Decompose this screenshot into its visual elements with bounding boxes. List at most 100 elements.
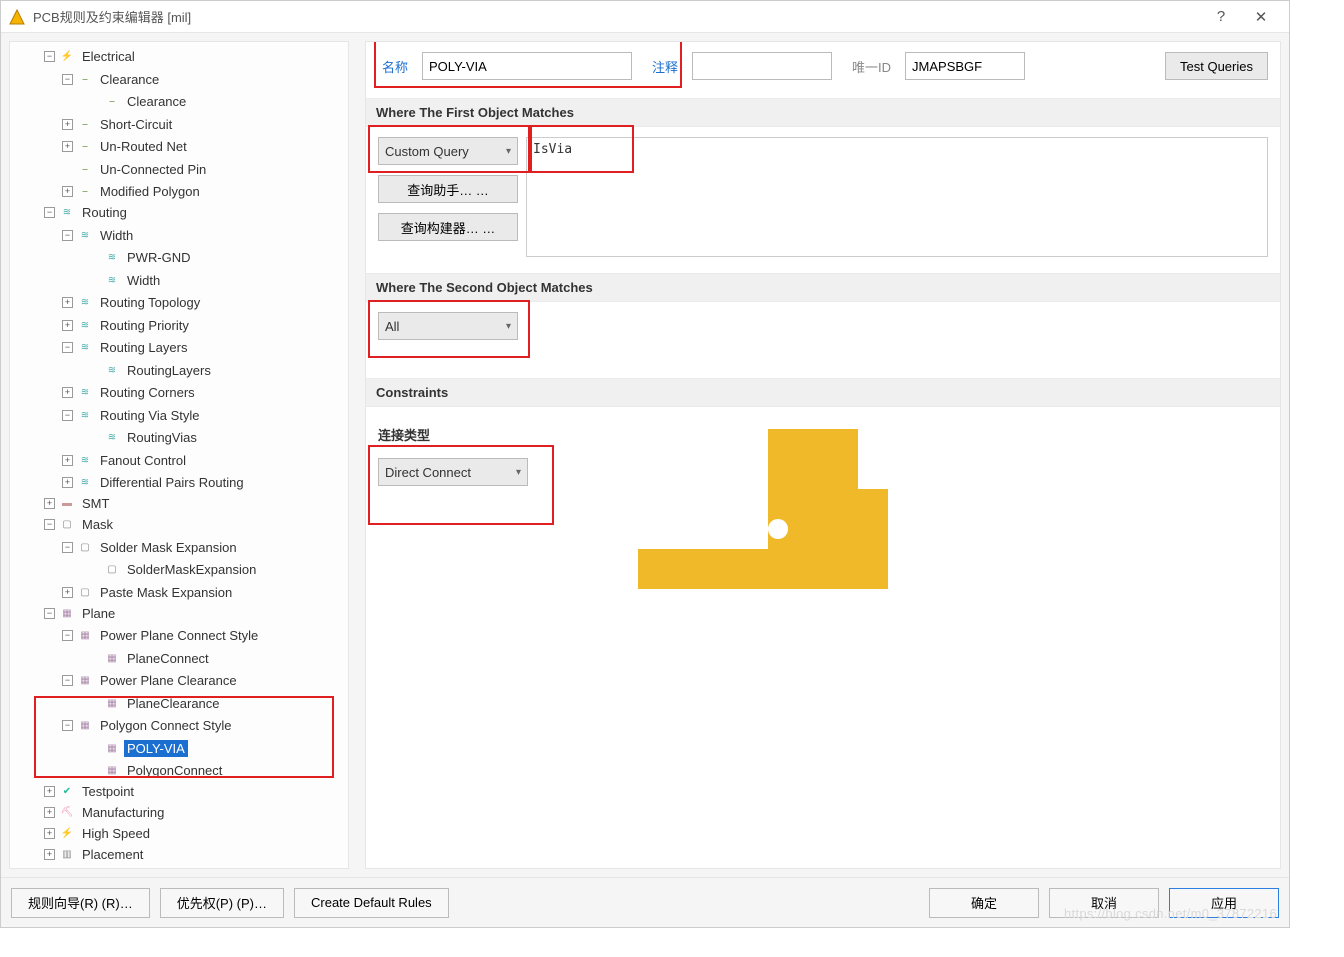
connect-type-combo[interactable]: Direct Connect▾ xyxy=(378,458,528,486)
header-row: 名称 注释 唯一ID Test Queries xyxy=(378,52,1268,80)
rule-icon: ▦ xyxy=(77,674,93,688)
tree-node-unrouted-net[interactable]: +⎯Un-Routed Net xyxy=(10,136,348,157)
query-builder-button[interactable]: 查询构建器… … xyxy=(378,213,518,241)
rules-tree[interactable]: −⚡Electrical −⎯Clearance ⎯Clearance +⎯Sh… xyxy=(9,41,349,869)
tree-node-high-speed[interactable]: +⚡High Speed xyxy=(10,823,348,844)
connection-preview xyxy=(618,429,898,589)
cancel-button[interactable]: 取消 xyxy=(1049,888,1159,918)
tree-node-routing-via-style-group[interactable]: −≋Routing Via Style xyxy=(10,405,348,426)
rule-icon: ▦ xyxy=(104,696,120,710)
chevron-down-icon: ▾ xyxy=(506,321,511,332)
body-area: −⚡Electrical −⎯Clearance ⎯Clearance +⎯Sh… xyxy=(1,33,1289,877)
tree-node-ppcs-group[interactable]: −▦Power Plane Connect Style xyxy=(10,625,348,646)
rule-editor: 名称 注释 唯一ID Test Queries Where The First … xyxy=(365,41,1281,869)
second-scope-combo[interactable]: All▾ xyxy=(378,312,518,340)
help-button[interactable]: ? xyxy=(1201,1,1241,33)
apply-button[interactable]: 应用 xyxy=(1169,888,1279,918)
tree-node-solder-mask-group[interactable]: −▢Solder Mask Expansion xyxy=(10,537,348,558)
highspeed-icon: ⚡ xyxy=(59,827,75,841)
first-query-textarea[interactable]: IsVia xyxy=(526,137,1268,257)
rule-icon: ⎯ xyxy=(77,185,93,199)
si-icon: ∿ xyxy=(59,869,75,870)
tree-node-plane[interactable]: −▦Plane xyxy=(10,603,348,624)
second-match-area: All▾ xyxy=(378,312,1268,362)
tree-node-polygon-connect-group[interactable]: −▦Polygon Connect Style xyxy=(10,715,348,736)
tree-node-clearance[interactable]: ⎯Clearance xyxy=(10,91,348,112)
tree-node-pwr-gnd[interactable]: ≋PWR-GND xyxy=(10,247,348,268)
rule-icon: ≋ xyxy=(77,318,93,332)
rule-icon: ⎯ xyxy=(77,72,93,86)
tree-node-electrical[interactable]: −⚡Electrical xyxy=(10,46,348,67)
uid-label: 唯一ID xyxy=(852,57,891,76)
tree-node-testpoint[interactable]: +✔Testpoint xyxy=(10,781,348,802)
titlebar: PCB规则及约束编辑器 [mil] ? ✕ xyxy=(1,1,1289,33)
comment-label: 注释 xyxy=(652,57,678,76)
rule-icon: ▦ xyxy=(104,741,120,755)
rule-icon: ▢ xyxy=(77,540,93,554)
first-scope-combo[interactable]: Custom Query▾ xyxy=(378,137,518,165)
tree-node-paste-mask[interactable]: +▢Paste Mask Expansion xyxy=(10,582,348,603)
tree-node-diff-pairs[interactable]: +≋Differential Pairs Routing xyxy=(10,472,348,493)
chevron-down-icon: ▾ xyxy=(516,467,521,478)
tree-node-planeclearance[interactable]: ▦PlaneClearance xyxy=(10,693,348,714)
close-button[interactable]: ✕ xyxy=(1241,1,1281,33)
placement-icon: ▥ xyxy=(59,848,75,862)
test-queries-button[interactable]: Test Queries xyxy=(1165,52,1268,80)
electrical-icon: ⚡ xyxy=(59,50,75,64)
constraints-area: 连接类型 Direct Connect▾ xyxy=(378,417,1268,589)
ok-button[interactable]: 确定 xyxy=(929,888,1039,918)
rule-icon: ≋ xyxy=(104,431,120,445)
tree-node-placement[interactable]: +▥Placement xyxy=(10,844,348,865)
window-title: PCB规则及约束编辑器 [mil] xyxy=(33,7,1201,26)
rule-icon: ≋ xyxy=(104,273,120,287)
tree-node-signal-integrity[interactable]: +∿Signal Integrity xyxy=(10,865,348,869)
rule-icon: ≋ xyxy=(77,453,93,467)
tree-node-manufacturing[interactable]: +⛏Manufacturing xyxy=(10,802,348,823)
testpoint-icon: ✔ xyxy=(59,785,75,799)
tree-node-routing-topology[interactable]: +≋Routing Topology xyxy=(10,292,348,313)
tree-node-routing-layers-group[interactable]: −≋Routing Layers xyxy=(10,337,348,358)
rule-icon: ≋ xyxy=(77,341,93,355)
tree-node-routing-layers[interactable]: ≋RoutingLayers xyxy=(10,360,348,381)
tree-node-planeconnect[interactable]: ▦PlaneConnect xyxy=(10,648,348,669)
plane-icon: ▦ xyxy=(59,606,75,620)
tree-node-width-group[interactable]: −≋Width xyxy=(10,225,348,246)
tree-node-routing-corners[interactable]: +≋Routing Corners xyxy=(10,382,348,403)
rule-icon: ▢ xyxy=(77,585,93,599)
rule-icon: ⎯ xyxy=(104,95,120,109)
uid-input[interactable] xyxy=(905,52,1025,80)
rule-icon: ≋ xyxy=(77,408,93,422)
create-default-rules-button[interactable]: Create Default Rules xyxy=(294,888,449,918)
tree-node-poly-via[interactable]: ▦POLY-VIA xyxy=(10,738,348,759)
tree-node-width[interactable]: ≋Width xyxy=(10,270,348,291)
section-first-header: Where The First Object Matches xyxy=(366,98,1280,127)
tree-node-ppc-group[interactable]: −▦Power Plane Clearance xyxy=(10,670,348,691)
tree-node-modified-polygon[interactable]: +⎯Modified Polygon xyxy=(10,181,348,202)
priority-button[interactable]: 优先权(P) (P)… xyxy=(160,888,284,918)
tree-node-fanout[interactable]: +≋Fanout Control xyxy=(10,450,348,471)
tree-node-solder-mask[interactable]: ▢SolderMaskExpansion xyxy=(10,559,348,580)
tree-node-smt[interactable]: +▬SMT xyxy=(10,493,348,514)
routing-icon: ≋ xyxy=(59,206,75,220)
rule-icon: ⎯ xyxy=(77,162,93,176)
name-label: 名称 xyxy=(382,57,408,76)
rule-icon: ≋ xyxy=(77,296,93,310)
tree-node-routing[interactable]: −≋Routing xyxy=(10,202,348,223)
name-input[interactable] xyxy=(422,52,632,80)
tree-node-routing-vias[interactable]: ≋RoutingVias xyxy=(10,427,348,448)
rule-icon: ⎯ xyxy=(77,140,93,154)
rule-wizard-button[interactable]: 规则向导(R) (R)… xyxy=(11,888,150,918)
tree-node-routing-priority[interactable]: +≋Routing Priority xyxy=(10,315,348,336)
tree-node-short-circuit[interactable]: +⎯Short-Circuit xyxy=(10,114,348,135)
rule-icon: ▦ xyxy=(104,764,120,778)
tree-node-mask[interactable]: −▢Mask xyxy=(10,514,348,535)
rule-icon: ▦ xyxy=(104,651,120,665)
tree-node-clearance-group[interactable]: −⎯Clearance xyxy=(10,69,348,90)
chevron-down-icon: ▾ xyxy=(506,146,511,157)
section-constraints-header: Constraints xyxy=(366,378,1280,407)
rule-icon: ≋ xyxy=(77,386,93,400)
tree-node-polygonconnect[interactable]: ▦PolygonConnect xyxy=(10,760,348,781)
query-helper-button[interactable]: 查询助手… … xyxy=(378,175,518,203)
tree-node-unconnected-pin[interactable]: ⎯Un-Connected Pin xyxy=(10,159,348,180)
comment-input[interactable] xyxy=(692,52,832,80)
